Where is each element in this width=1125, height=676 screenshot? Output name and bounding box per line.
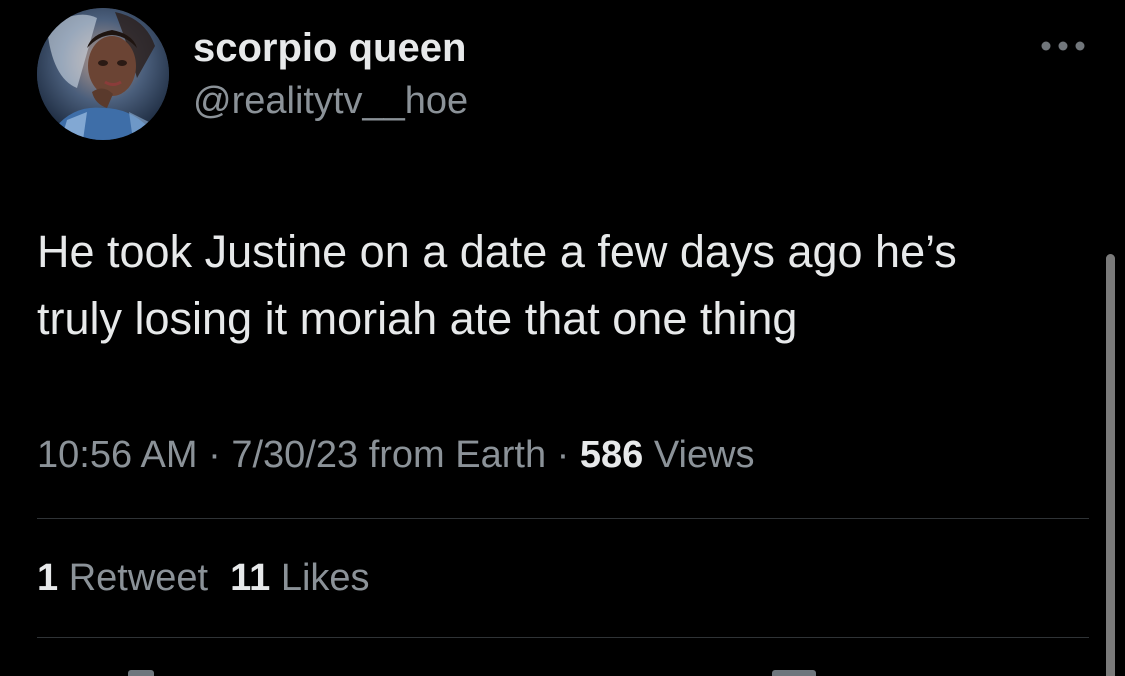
likes-count: 11 bbox=[230, 557, 271, 599]
tweet-source: from Earth bbox=[358, 434, 547, 476]
avatar[interactable] bbox=[37, 8, 169, 140]
views-count: 586 bbox=[579, 434, 644, 476]
tweet-date[interactable]: 7/30/23 bbox=[231, 434, 358, 476]
divider bbox=[37, 637, 1089, 638]
tweet-text-line: truly losing it moriah ate that one thin… bbox=[37, 293, 798, 344]
divider bbox=[37, 518, 1089, 519]
views-label: Views bbox=[643, 434, 755, 476]
separator-dot: · bbox=[546, 434, 580, 476]
separator-dot: · bbox=[197, 434, 232, 476]
tweet-time[interactable]: 10:56 AM bbox=[37, 434, 198, 476]
bookmark-icon[interactable] bbox=[772, 670, 816, 676]
tweet-meta: 10:56 AM · 7/30/23 from Earth · 586 View… bbox=[37, 432, 755, 478]
author-display-name[interactable]: scorpio queen bbox=[193, 24, 466, 72]
retweets-count: 1 bbox=[37, 557, 59, 599]
retweets-label: Retweet bbox=[58, 557, 209, 599]
likes-stat[interactable]: 11 Likes bbox=[230, 557, 369, 599]
tweet-stats: 1 Retweet 11 Likes bbox=[37, 555, 370, 601]
author-handle[interactable]: @realitytv__hoe bbox=[193, 78, 468, 124]
profile-photo-icon bbox=[37, 8, 169, 140]
retweets-stat[interactable]: 1 Retweet bbox=[37, 557, 208, 599]
more-options-button[interactable] bbox=[1038, 34, 1088, 58]
ellipsis-icon bbox=[1041, 41, 1085, 51]
scrollbar[interactable] bbox=[1106, 254, 1115, 676]
tweet-text: He took Justine on a date a few days ago… bbox=[37, 218, 1087, 352]
tweet-text-line: He took Justine on a date a few days ago… bbox=[37, 226, 957, 277]
reply-icon[interactable] bbox=[128, 670, 154, 676]
likes-label: Likes bbox=[270, 557, 370, 599]
